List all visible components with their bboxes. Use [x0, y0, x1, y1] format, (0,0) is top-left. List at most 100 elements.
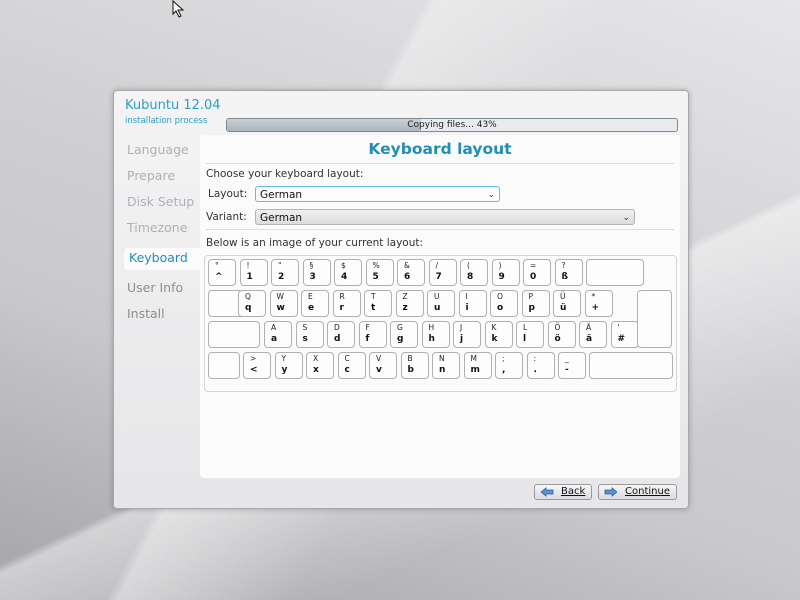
key-shift-label: V: [376, 354, 382, 363]
layout-select-value: German: [260, 189, 303, 201]
key-shift-label: D: [334, 323, 340, 332]
keyboard-key: Ee: [301, 290, 329, 317]
app-subtitle: installation process: [125, 116, 208, 126]
key-shift-label: &: [404, 261, 410, 270]
key-base-label: u: [434, 303, 441, 313]
keyboard-key: * +: [584, 290, 613, 317]
key-shift-label: N: [439, 354, 445, 363]
key-base-label: f: [365, 334, 370, 344]
keyboard-key: (8: [460, 259, 488, 286]
caps-lock-key: [208, 321, 260, 348]
key-shift-label: Z: [402, 292, 408, 301]
variant-label: Variant:: [206, 211, 247, 223]
keyboard-key: Dd: [327, 321, 355, 348]
key-base-label: a: [271, 334, 278, 344]
key-shift-label: X: [313, 354, 319, 363]
keyboard-key: Gg: [390, 321, 418, 348]
key-base-label: 9: [498, 272, 505, 282]
key-shift-label: F: [365, 323, 370, 332]
back-button[interactable]: Back: [534, 484, 592, 500]
keyboard-key: $4: [334, 259, 362, 286]
key-shift-label: C: [344, 354, 350, 363]
key-shift-label: B: [407, 354, 413, 363]
key-shift-label: °: [215, 261, 219, 270]
continue-button-label: Continue: [625, 486, 670, 497]
key-shift-label: W: [276, 292, 284, 301]
step-disk-setup: Disk Setup: [127, 194, 195, 209]
key-base-label: h: [428, 334, 435, 344]
key-base-label: ä: [586, 334, 593, 344]
choose-layout-label: Choose your keyboard layout:: [206, 168, 364, 180]
key-shift-label: J: [460, 323, 463, 332]
step-language: Language: [127, 142, 189, 157]
keyboard-key: Öö: [547, 321, 576, 348]
continue-button[interactable]: Continue: [598, 484, 677, 500]
key-base-label: 7: [435, 272, 442, 282]
key-base-label: m: [470, 365, 480, 375]
step-user-info: User Info: [127, 280, 184, 295]
arrow-left-icon: [540, 487, 554, 497]
key-shift-label: $: [341, 261, 346, 270]
key-shift-label: Q: [245, 292, 251, 301]
installer-window: Kubuntu 12.04 installation process Copyi…: [113, 90, 689, 509]
key-base-label: g: [397, 334, 404, 344]
keyboard-key: Pp: [521, 290, 550, 317]
key-base-label: #: [617, 334, 626, 344]
key-shift-label: §: [309, 261, 314, 270]
keyboard-key: Cc: [337, 352, 366, 379]
key-base-label: j: [460, 334, 464, 344]
key-shift-label: Ü: [560, 292, 566, 301]
keyboard-key: _ -: [558, 352, 586, 379]
key-base-label: ö: [554, 334, 561, 344]
app-title: Kubuntu 12.04: [125, 98, 221, 113]
key-shift-label: E: [308, 292, 313, 301]
key-shift-label: Ö: [554, 323, 561, 332]
keyboard-key: Jj: [453, 321, 481, 348]
key-base-label: 1: [246, 272, 253, 282]
page-title: Keyboard layout: [368, 140, 512, 158]
keyboard-key: ! 1: [239, 259, 268, 286]
variant-select[interactable]: German ⌄: [255, 209, 635, 225]
keyboard-key: Xx: [306, 352, 334, 379]
key-shift-label: H: [428, 323, 435, 332]
key-base-label: s: [302, 334, 308, 344]
keyboard-key: Mm: [463, 352, 492, 379]
keyboard-key: Bb: [400, 352, 429, 379]
title-divider: [206, 163, 674, 164]
key-shift-label: !: [246, 261, 250, 270]
keyboard-key: /7: [428, 259, 457, 286]
key-base-label: b: [407, 365, 414, 375]
keyboard-panel: Keyboard layout Choose your keyboard lay…: [200, 135, 680, 478]
key-shift-label: T: [371, 292, 376, 301]
key-base-label: 5: [372, 272, 379, 282]
progress-text: Copying files... 43%: [407, 120, 497, 130]
key-base-label: 3: [309, 272, 316, 282]
keyboard-key: Ää: [579, 321, 607, 348]
key-base-label: c: [344, 365, 350, 375]
key-shift-label: A: [271, 323, 277, 332]
enter-key: [637, 290, 672, 348]
step-list: Language Prepare Disk Setup Timezone Keyboar…: [124, 140, 209, 330]
keyboard-key: Ii: [458, 290, 487, 317]
key-base-label: o: [497, 303, 504, 313]
key-shift-label: ': [617, 323, 620, 332]
keyboard-key: Rr: [332, 290, 361, 317]
layout-select[interactable]: German ⌄: [255, 186, 500, 202]
key-base-label: 4: [341, 272, 348, 282]
key-shift-label: %: [372, 261, 380, 270]
key-shift-label: /: [435, 261, 439, 270]
keyboard-key: Nn: [432, 352, 460, 379]
key-base-label: n: [439, 365, 446, 375]
key-base-label: e: [308, 303, 315, 313]
key-base-label: ß: [561, 272, 568, 282]
key-shift-label: _: [565, 354, 569, 363]
keyboard-key: Kk: [484, 321, 513, 348]
key-base-label: k: [491, 334, 498, 344]
key-base-label: d: [334, 334, 341, 344]
key-base-label: +: [591, 303, 600, 313]
keyboard-key: :.: [526, 352, 555, 379]
key-shift-label: (: [467, 261, 470, 270]
keyboard-key: § 3: [302, 259, 331, 286]
step-install: Install: [127, 306, 165, 321]
key-shift-label: =: [530, 261, 537, 270]
